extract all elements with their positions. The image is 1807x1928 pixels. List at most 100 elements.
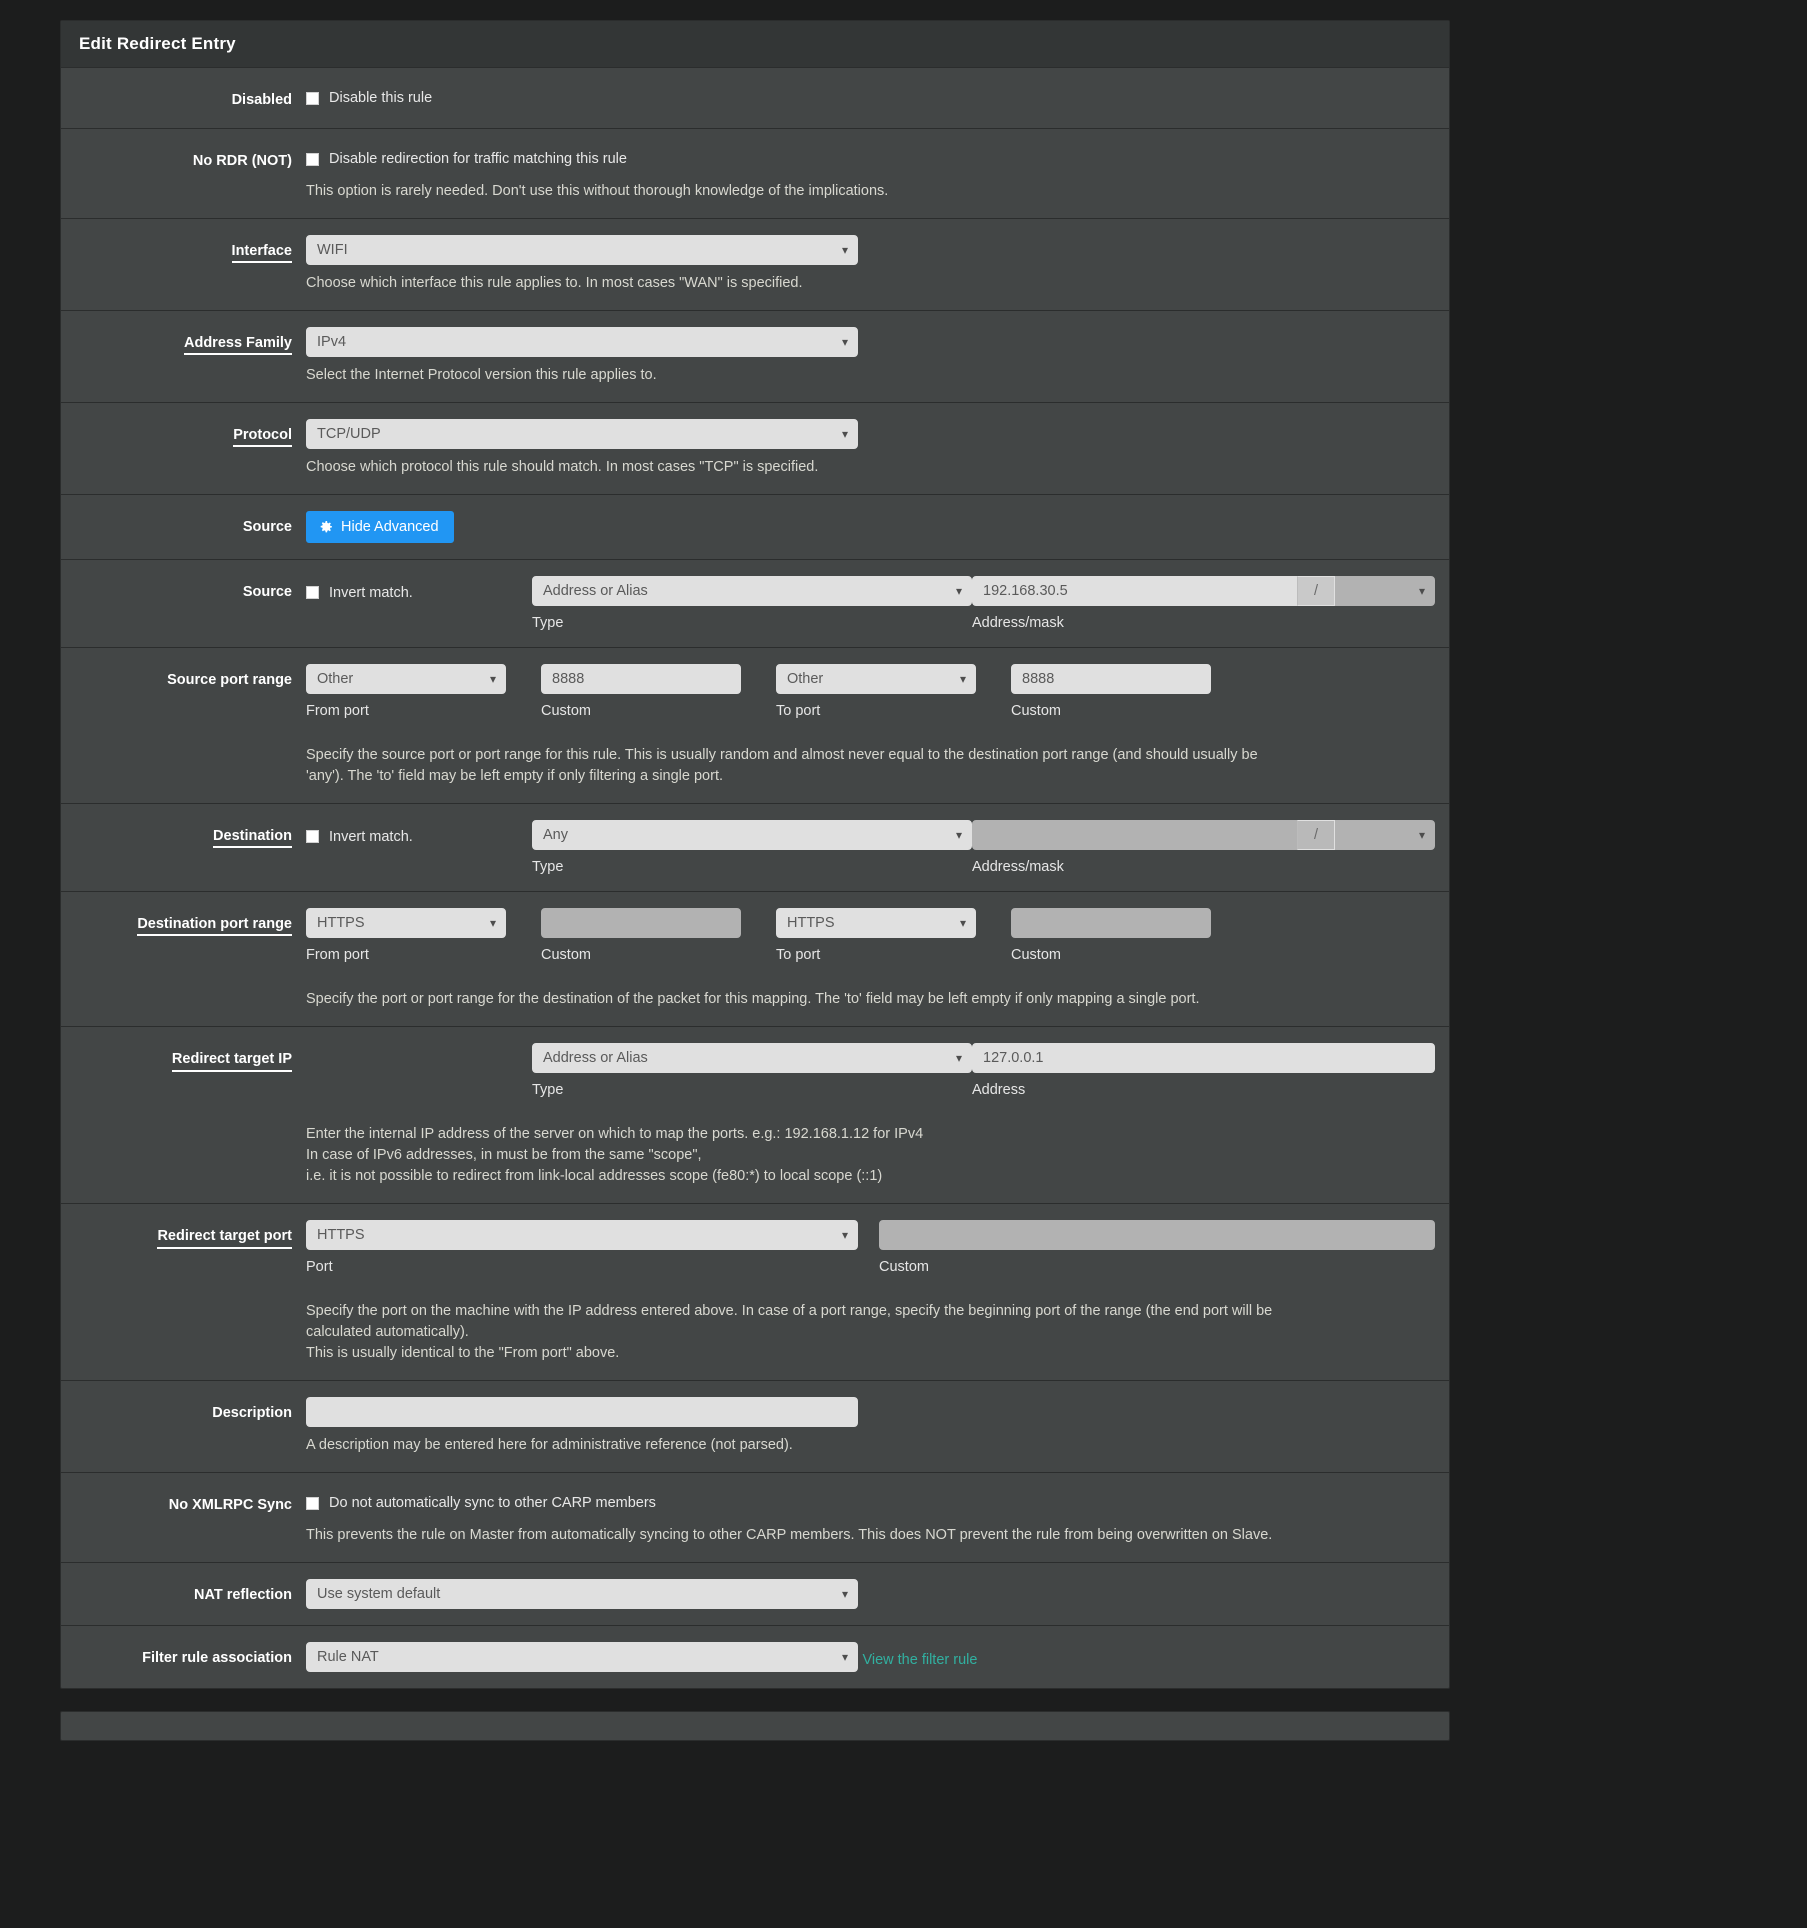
destination-port-inline: HTTPS ▾ From port Custom HTTPS ▾ To port… bbox=[306, 908, 1435, 963]
disable-rule-checkbox[interactable] bbox=[306, 91, 319, 105]
redirect-target-port-help-line3: This is usually identical to the "From p… bbox=[306, 1345, 620, 1362]
panel-body: Disabled Disable this rule No RDR (NOT) … bbox=[61, 68, 1449, 1688]
label-description: Description bbox=[212, 1405, 292, 1422]
no-rdr-checkbox-line[interactable]: Disable redirection for traffic matching… bbox=[306, 145, 1435, 173]
redirect-target-ip-help-line3: i.e. it is not possible to redirect from… bbox=[306, 1168, 883, 1185]
source-from-port-sublabel: From port bbox=[306, 703, 369, 720]
chevron-down-icon: ▾ bbox=[1418, 584, 1425, 599]
controls-protocol: TCP/UDP ▾ Choose which protocol this rul… bbox=[306, 419, 1449, 478]
destination-from-port-group: HTTPS ▾ From port bbox=[306, 908, 541, 963]
controls-disabled: Disable this rule bbox=[306, 84, 1449, 112]
view-filter-rule-link[interactable]: View the filter rule bbox=[862, 1652, 977, 1668]
redirect-target-ip-address-value: 127.0.0.1 bbox=[983, 1050, 1044, 1067]
controls-source-toggle: Hide Advanced bbox=[306, 511, 1449, 544]
destination-invert-checkbox[interactable] bbox=[306, 830, 319, 844]
description-help: A description may be entered here for ad… bbox=[306, 1437, 793, 1454]
source-from-port-select[interactable]: Other ▾ bbox=[306, 664, 506, 695]
no-xmlrpc-sync-help: This prevents the rule on Master from au… bbox=[306, 1527, 1273, 1544]
source-mask-select[interactable]: ▾ bbox=[1335, 576, 1435, 607]
label-nat-reflection: NAT reflection bbox=[193, 1587, 292, 1604]
destination-to-custom-group: Custom bbox=[1011, 908, 1211, 963]
interface-help: Choose which interface this rule applies… bbox=[306, 275, 803, 292]
destination-from-custom-group: Custom bbox=[541, 908, 776, 963]
redirect-target-port-sublabel: Port bbox=[306, 1259, 333, 1276]
hide-advanced-button-label: Hide Advanced bbox=[341, 519, 439, 536]
chevron-down-icon: ▾ bbox=[959, 916, 966, 931]
protocol-select[interactable]: TCP/UDP ▾ bbox=[306, 419, 858, 450]
destination-from-port-select[interactable]: HTTPS ▾ bbox=[306, 908, 506, 939]
row-interface: Interface WIFI ▾ Choose which interface … bbox=[61, 219, 1449, 312]
destination-to-custom-input bbox=[1011, 908, 1211, 939]
source-slash-separator: / bbox=[1297, 576, 1335, 607]
address-family-help: Select the Internet Protocol version thi… bbox=[306, 367, 657, 384]
destination-type-sublabel: Type bbox=[532, 859, 564, 876]
destination-to-custom-sublabel: Custom bbox=[1011, 947, 1061, 964]
hide-advanced-button[interactable]: Hide Advanced bbox=[306, 511, 454, 544]
controls-redirect-target-ip: Address or Alias ▾ Type 127.0.0.1 Addres… bbox=[306, 1043, 1449, 1187]
destination-slash-separator: / bbox=[1297, 820, 1335, 851]
source-address-mask: 192.168.30.5 / ▾ bbox=[972, 576, 1435, 607]
address-family-select[interactable]: IPv4 ▾ bbox=[306, 327, 858, 358]
redirect-target-ip-help-line1: Enter the internal IP address of the ser… bbox=[306, 1126, 924, 1143]
description-input[interactable] bbox=[306, 1397, 858, 1428]
label-source-toggle: Source bbox=[242, 519, 292, 536]
source-address-sublabel: Address/mask bbox=[972, 615, 1064, 632]
label-disabled: Disabled bbox=[231, 92, 292, 108]
source-from-custom-input[interactable]: 8888 bbox=[541, 664, 741, 695]
source-to-port-select[interactable]: Other ▾ bbox=[776, 664, 976, 695]
interface-select-value: WIFI bbox=[317, 242, 348, 259]
no-xmlrpc-sync-checkbox[interactable] bbox=[306, 1496, 319, 1510]
row-protocol: Protocol TCP/UDP ▾ Choose which protocol… bbox=[61, 403, 1449, 496]
disable-rule-checkbox-line[interactable]: Disable this rule bbox=[306, 84, 1435, 112]
source-to-port-sublabel: To port bbox=[776, 703, 821, 720]
label-redirect-target-port: Redirect target port bbox=[61, 1220, 306, 1249]
label-protocol: Protocol bbox=[61, 419, 306, 448]
controls-description: A description may be entered here for ad… bbox=[306, 1397, 1449, 1456]
destination-to-port-select[interactable]: HTTPS ▾ bbox=[776, 908, 976, 939]
interface-select[interactable]: WIFI ▾ bbox=[306, 235, 858, 266]
source-type-select[interactable]: Address or Alias ▾ bbox=[532, 576, 972, 607]
redirect-target-port-custom-sublabel: Custom bbox=[879, 1259, 929, 1276]
source-from-port-group: Other ▾ From port bbox=[306, 664, 541, 719]
page-container: Edit Redirect Entry Disabled Disable thi… bbox=[0, 0, 1807, 1742]
row-destination-port-range: Destination port range HTTPS ▾ From port bbox=[61, 892, 1449, 1028]
row-filter-rule-association: Filter rule association Rule NAT ▾ View … bbox=[61, 1626, 1449, 1688]
row-address-family: Address Family IPv4 ▾ Select the Interne… bbox=[61, 311, 1449, 404]
destination-from-port-value: HTTPS bbox=[317, 915, 365, 932]
row-source: Source Invert match. Address or Alias ▾ bbox=[61, 560, 1449, 649]
nat-reflection-select[interactable]: Use system default ▾ bbox=[306, 1579, 858, 1610]
panel-gap bbox=[60, 1689, 1807, 1712]
destination-invert-line[interactable]: Invert match. bbox=[306, 820, 532, 848]
redirect-target-ip-type-sublabel: Type bbox=[532, 1082, 564, 1099]
redirect-target-ip-type-select[interactable]: Address or Alias ▾ bbox=[532, 1043, 972, 1074]
chevron-down-icon: ▾ bbox=[841, 1228, 848, 1243]
source-to-port-group: Other ▾ To port bbox=[776, 664, 1011, 719]
controls-filter-rule-association: Rule NAT ▾ View the filter rule bbox=[306, 1642, 1449, 1673]
redirect-target-port-custom-group: Custom bbox=[879, 1220, 1435, 1275]
source-to-custom-input[interactable]: 8888 bbox=[1011, 664, 1211, 695]
label-address-family: Address Family bbox=[61, 327, 306, 356]
source-invert-line[interactable]: Invert match. bbox=[306, 576, 532, 604]
gear-icon bbox=[318, 519, 334, 535]
chevron-down-icon: ▾ bbox=[955, 828, 962, 843]
row-redirect-target-ip: Redirect target IP Address or Alias ▾ Ty… bbox=[61, 1027, 1449, 1205]
source-address-input[interactable]: 192.168.30.5 bbox=[972, 576, 1297, 607]
protocol-help: Choose which protocol this rule should m… bbox=[306, 459, 819, 476]
no-xmlrpc-sync-checkbox-line[interactable]: Do not automatically sync to other CARP … bbox=[306, 1489, 1435, 1517]
redirect-target-ip-address-sublabel: Address bbox=[972, 1082, 1026, 1099]
footer-panel bbox=[60, 1711, 1450, 1742]
no-rdr-checkbox[interactable] bbox=[306, 152, 319, 166]
disable-rule-label: Disable this rule bbox=[329, 90, 433, 106]
redirect-target-port-select[interactable]: HTTPS ▾ bbox=[306, 1220, 858, 1251]
destination-type-select[interactable]: Any ▾ bbox=[532, 820, 972, 851]
source-type-group: Address or Alias ▾ Type bbox=[532, 576, 972, 631]
redirect-target-ip-address-input[interactable]: 127.0.0.1 bbox=[972, 1043, 1435, 1074]
nat-reflection-value: Use system default bbox=[317, 1586, 441, 1603]
source-invert-checkbox[interactable] bbox=[306, 586, 319, 600]
source-to-custom-sublabel: Custom bbox=[1011, 703, 1061, 720]
redirect-target-ip-address-group: 127.0.0.1 Address bbox=[972, 1043, 1435, 1098]
source-address-value: 192.168.30.5 bbox=[983, 583, 1068, 600]
row-nat-reflection: NAT reflection Use system default ▾ bbox=[61, 1563, 1449, 1627]
filter-rule-association-select[interactable]: Rule NAT ▾ bbox=[306, 1642, 858, 1673]
row-disabled: Disabled Disable this rule bbox=[61, 68, 1449, 129]
